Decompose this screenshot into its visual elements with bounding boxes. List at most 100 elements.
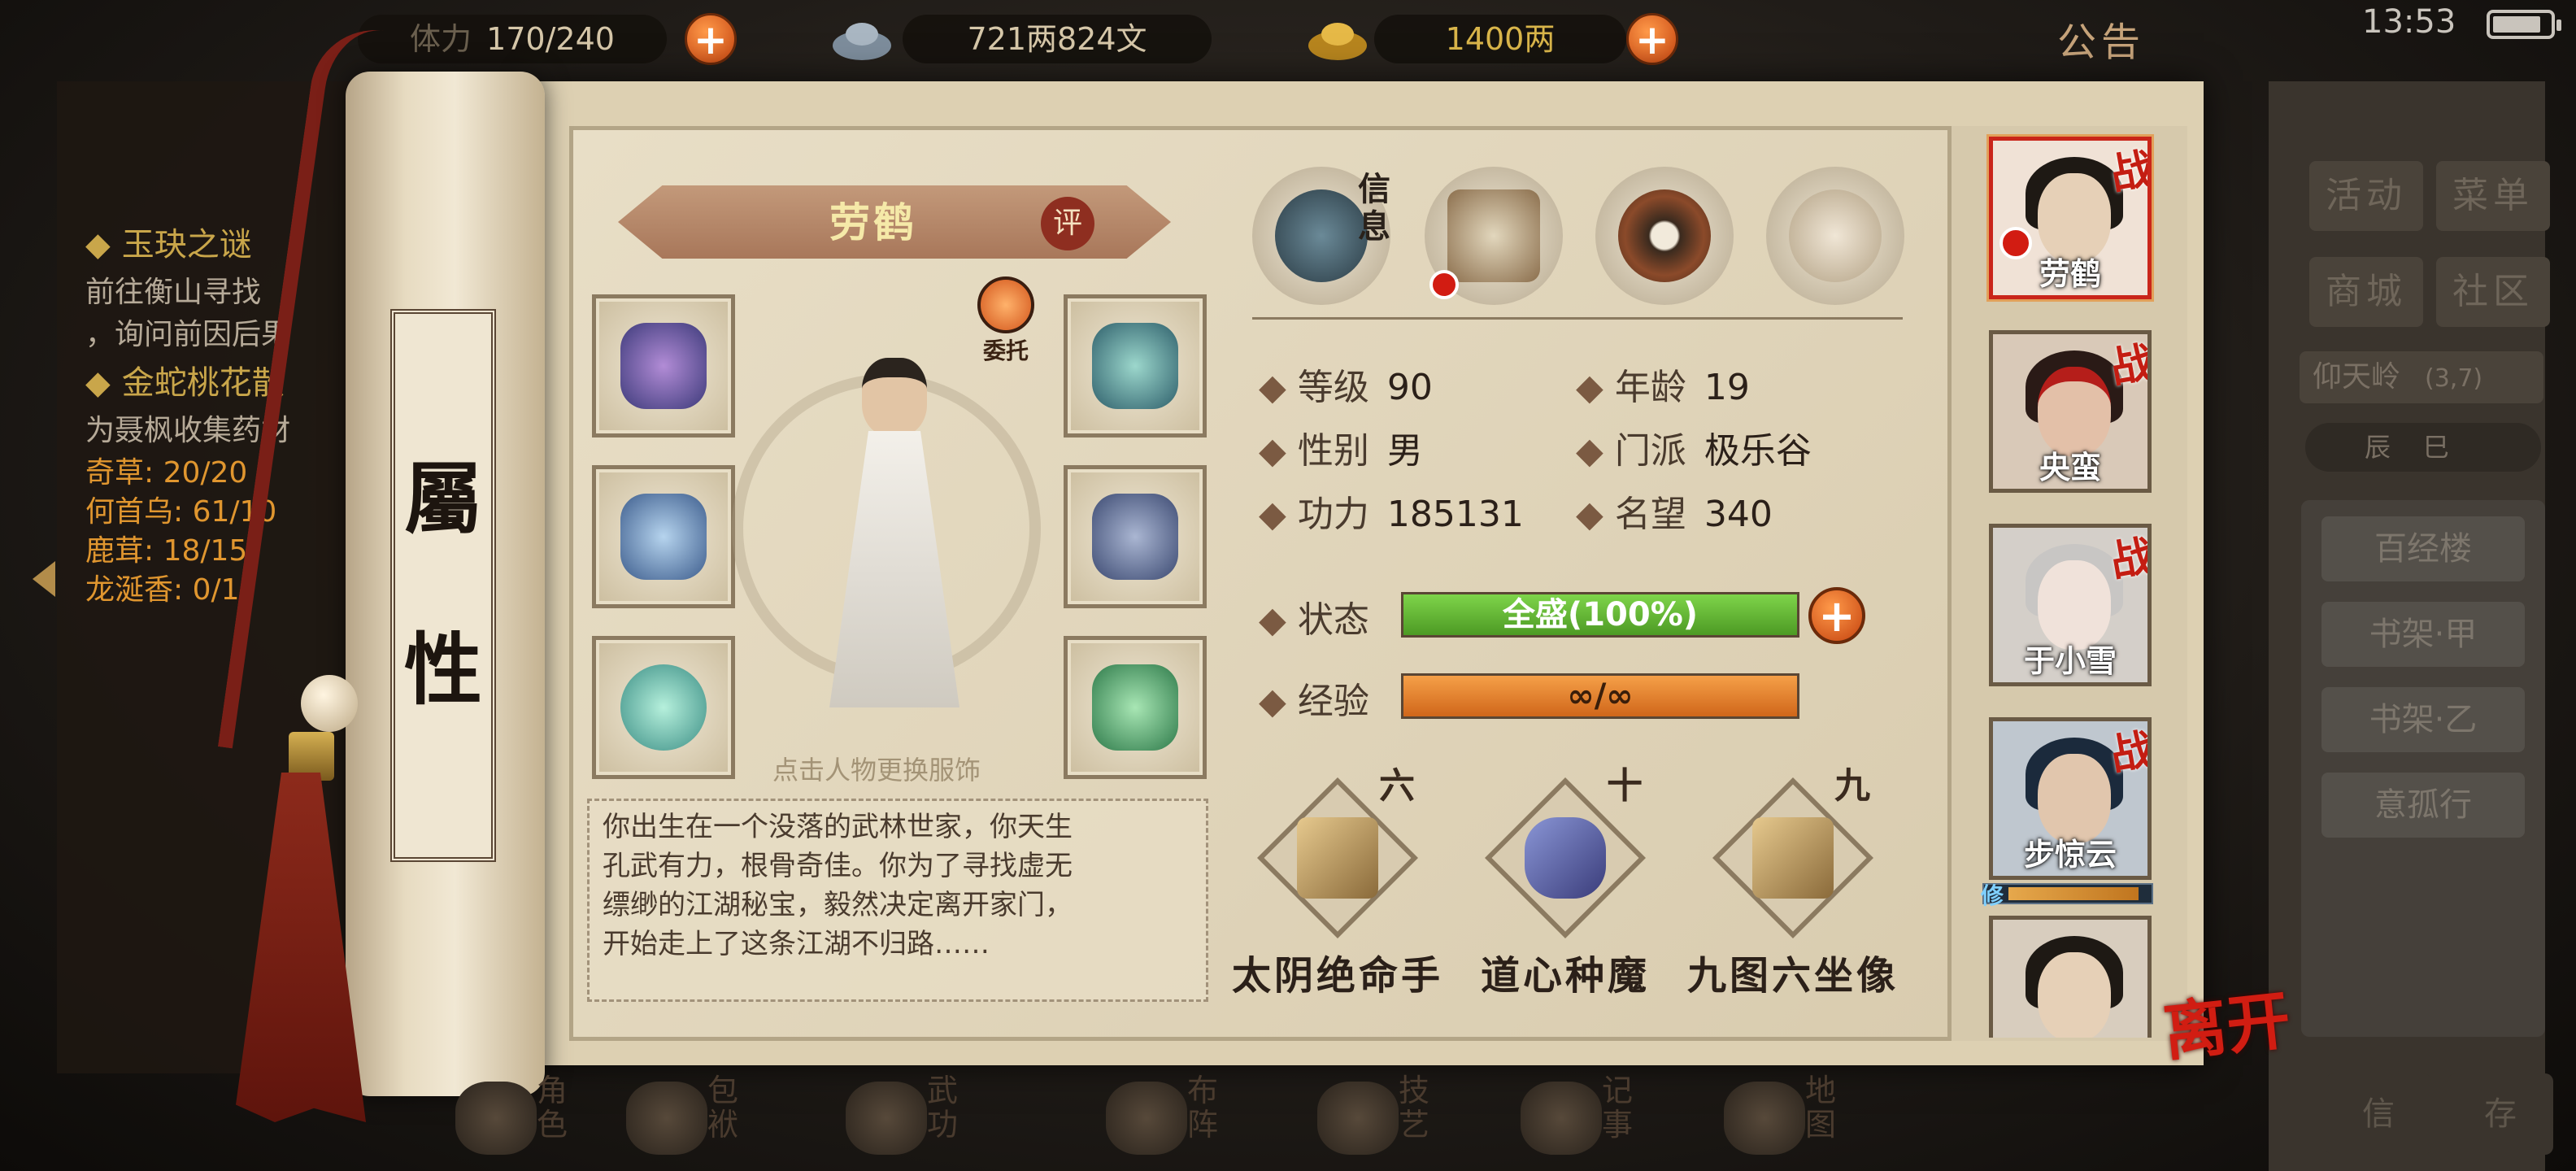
- nav-label-char: 包: [707, 1073, 739, 1108]
- scroll-title-char: 屬: [404, 453, 482, 545]
- character-figure[interactable]: [813, 342, 976, 724]
- stat-label: 等级: [1297, 367, 1369, 408]
- bio-line: 开始走上了这条江湖不归路……: [603, 928, 990, 960]
- member-face: [2038, 952, 2111, 1038]
- stat-label: 门派: [1614, 430, 1686, 472]
- party-member-4[interactable]: 战 步惊云: [1989, 717, 2152, 880]
- nav-label-char: 艺: [1399, 1107, 1430, 1143]
- equipment-slot-armor[interactable]: [1064, 465, 1207, 608]
- nav-label-char: 袱: [707, 1107, 739, 1143]
- skill-slot-1[interactable]: 六 太阴绝命手: [1224, 765, 1451, 1000]
- nav-label-char: 角: [537, 1073, 568, 1108]
- nav-label: 地图: [1805, 1073, 1843, 1142]
- weapon-icon: [620, 323, 707, 409]
- equipment-slot-helmet[interactable]: [592, 465, 735, 608]
- quest-requirement: 鹿茸: 18/15: [85, 534, 248, 568]
- quest-desc-line: 为聂枫收集药材: [85, 414, 291, 447]
- add-stamina-button[interactable]: +: [685, 13, 737, 65]
- bagua-icon: [1106, 1082, 1187, 1155]
- tassel-bead: [301, 675, 358, 732]
- gold-value: 1400两: [1374, 15, 1626, 63]
- community-button[interactable]: 社区: [2436, 257, 2550, 327]
- time-dial: 辰巳: [2305, 423, 2541, 472]
- nav-label: 包袱: [707, 1073, 745, 1142]
- leave-button[interactable]: 离开: [2159, 969, 2295, 1073]
- skill-frame: 六: [1257, 765, 1418, 938]
- tab-meridians[interactable]: [1766, 167, 1904, 305]
- cultivation-bar-fill: [2008, 887, 2139, 900]
- restore-state-button[interactable]: +: [1808, 587, 1865, 644]
- armor-icon: [1092, 494, 1178, 580]
- skill-level: 九: [1834, 765, 1870, 807]
- bio-line: 孔武有力，根骨奇佳。你为了寻找虚无: [603, 850, 1073, 882]
- time-label: 辰: [2364, 432, 2423, 463]
- stat-label: 年龄: [1614, 367, 1686, 408]
- party-member-1[interactable]: 战 劳鹤: [1989, 137, 2152, 299]
- stat-fame: ◆ 名望 340: [1576, 494, 1773, 535]
- exp-label: ◆ 经验: [1259, 681, 1369, 722]
- equipment-slot-weapon[interactable]: [592, 294, 735, 437]
- quest-desc-line: ，询问前因后果: [85, 318, 291, 351]
- delegate-label: 委托: [982, 337, 1029, 364]
- member-name: 步惊云: [2023, 837, 2117, 873]
- skill-slot-3[interactable]: 九 九图六坐像: [1679, 765, 1907, 1000]
- collapse-arrow-icon[interactable]: [33, 561, 55, 597]
- stat-value: 185131: [1386, 494, 1524, 535]
- nav-label-char: 事: [1602, 1107, 1634, 1143]
- stat-label: 名望: [1614, 494, 1686, 535]
- skill-frame: 十: [1485, 765, 1646, 938]
- letter-button[interactable]: 信: [2326, 1073, 2431, 1155]
- character-name: 劳鹤: [829, 199, 917, 246]
- quest-title-1[interactable]: ◆ 玉玦之谜: [85, 218, 252, 265]
- location-item[interactable]: 百经楼: [2321, 516, 2525, 581]
- nav-label-char: 技: [1399, 1073, 1430, 1108]
- stat-value: 19: [1704, 367, 1750, 408]
- nav-label-char: 记: [1602, 1073, 1634, 1108]
- nav-label: 布阵: [1187, 1073, 1225, 1142]
- skill-scroll-icon: [1525, 817, 1606, 899]
- skill-frame: 九: [1712, 765, 1873, 938]
- location-item[interactable]: 书架·甲: [2321, 602, 2525, 667]
- gold-ingot-icon: [1305, 10, 1370, 67]
- location-coord: (3,7): [2425, 364, 2483, 393]
- stat-gender: ◆ 性别男: [1259, 430, 1423, 472]
- party-member-5[interactable]: [1989, 916, 2152, 1038]
- mall-button[interactable]: 商城: [2309, 257, 2423, 327]
- equipment-slot-amulet[interactable]: [1064, 636, 1207, 779]
- silver-value: 721两824文: [903, 15, 1212, 63]
- bowl-icon: [1317, 1082, 1399, 1155]
- stat-label: 经验: [1297, 681, 1369, 722]
- announcement-button[interactable]: 公告: [2057, 10, 2145, 67]
- skill-slot-2[interactable]: 十 道心种魔: [1451, 765, 1679, 1000]
- character-icon: [455, 1082, 537, 1155]
- delegate-button[interactable]: 委托: [969, 276, 1042, 366]
- activity-button[interactable]: 活动: [2309, 161, 2423, 231]
- stamina-value: 170/240: [486, 21, 615, 57]
- journal-icon: [1521, 1082, 1602, 1155]
- skill-name: 太阴绝命手: [1231, 953, 1443, 999]
- location-item[interactable]: 意孤行: [2321, 773, 2525, 838]
- tab-bagua[interactable]: [1595, 167, 1734, 305]
- party-member-3[interactable]: 战 于小雪: [1989, 524, 2152, 686]
- clock: 13:53: [2362, 3, 2456, 41]
- jade-pendant-icon: [1092, 664, 1178, 751]
- save-button[interactable]: 存: [2448, 1073, 2553, 1155]
- bio-line: 你出生在一个没落的武林世家，你天生: [603, 811, 1073, 843]
- equipment-slot-accessory[interactable]: [1064, 294, 1207, 437]
- character-robe: [829, 431, 959, 707]
- notification-badge: [1429, 270, 1459, 299]
- equipment-slot-ring[interactable]: [592, 636, 735, 779]
- menu-button[interactable]: 菜单: [2436, 161, 2550, 231]
- scroll-title-char: 性: [404, 624, 482, 716]
- rate-button[interactable]: 评: [1041, 197, 1094, 250]
- body-meridian-icon: [1789, 189, 1882, 282]
- location-item[interactable]: 书架·乙: [2321, 687, 2525, 752]
- nav-label-char: 布: [1187, 1073, 1219, 1108]
- stat-label: 状态: [1297, 599, 1369, 641]
- letter-scroll-icon: [1447, 189, 1540, 282]
- add-gold-button[interactable]: +: [1626, 13, 1678, 65]
- state-label: ◆ 状态: [1259, 599, 1369, 641]
- party-member-2[interactable]: 战 央蛮: [1989, 330, 2152, 493]
- skill-name: 道心种魔: [1480, 953, 1650, 999]
- quest-title-2[interactable]: ◆ 金蛇桃花散: [85, 356, 285, 403]
